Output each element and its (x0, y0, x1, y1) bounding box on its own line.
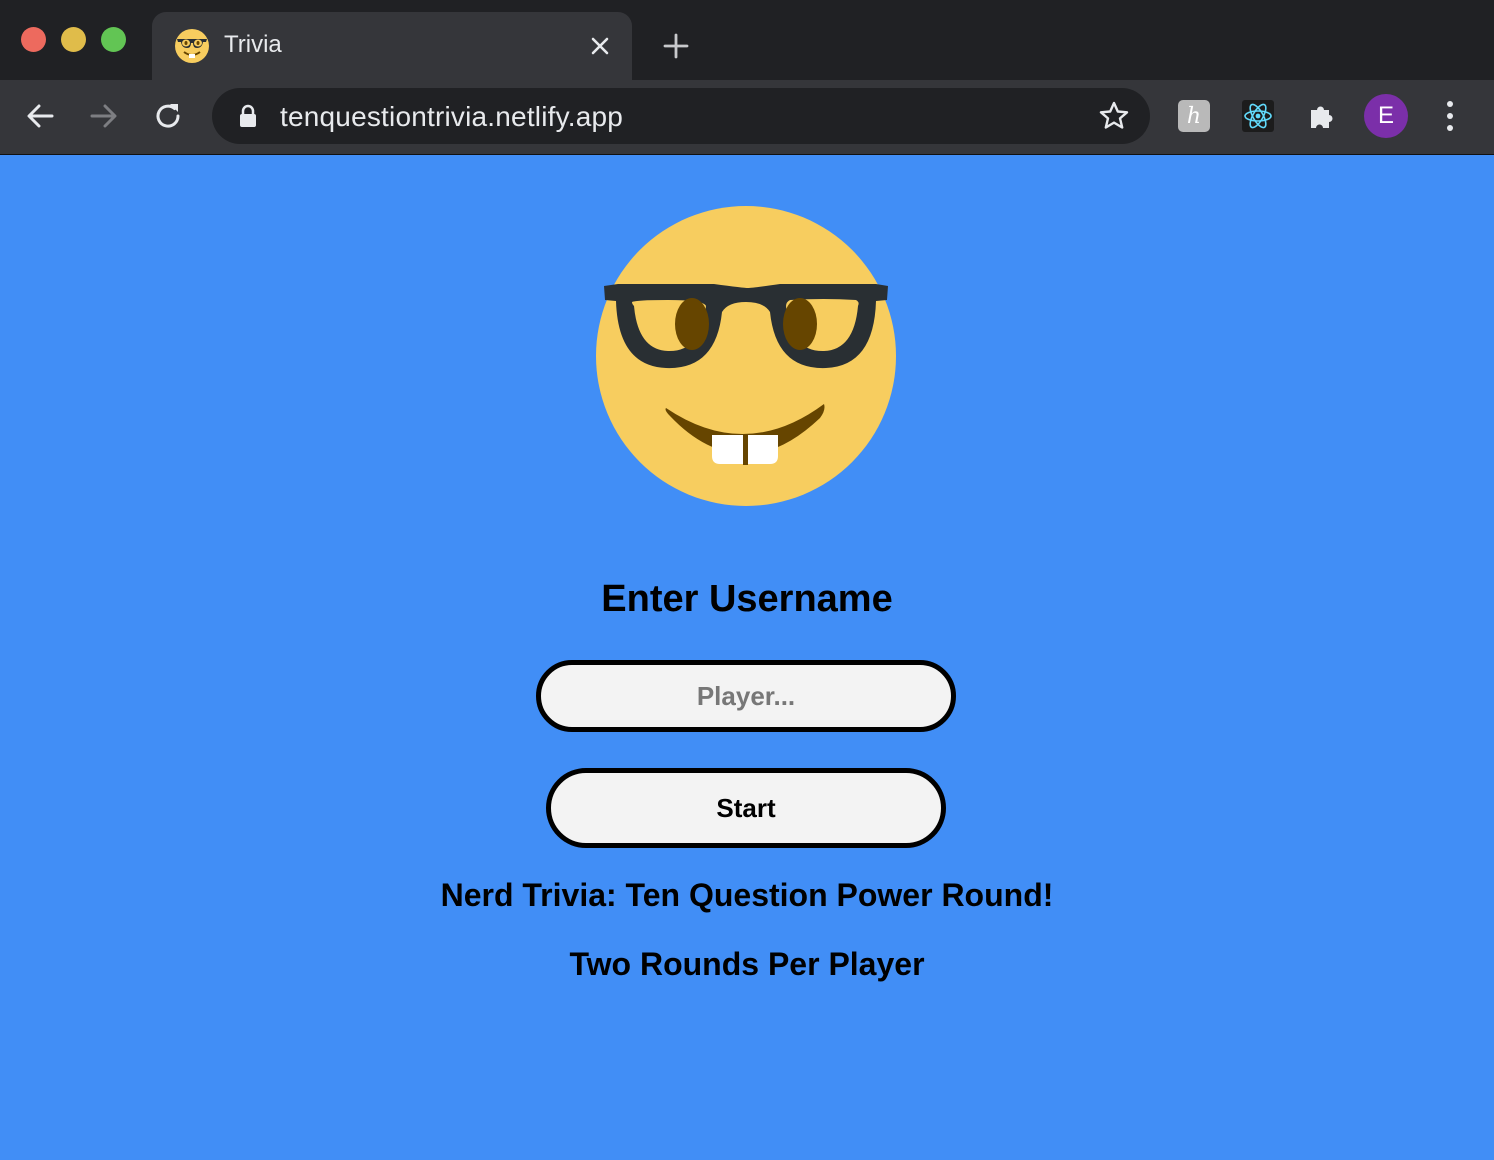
nerd-face-icon (175, 29, 209, 63)
back-icon[interactable] (18, 94, 62, 138)
browser-chrome: Trivia tenquestiontrivia.netlify.app h E (0, 0, 1494, 155)
username-input[interactable] (536, 660, 956, 732)
url-text: tenquestiontrivia.netlify.app (280, 101, 624, 132)
lock-icon (240, 104, 256, 127)
close-window-button[interactable] (21, 27, 46, 52)
bookmark-star-icon[interactable] (1098, 100, 1130, 132)
tab-strip: Trivia (0, 0, 1494, 80)
tab-trivia[interactable]: Trivia (152, 12, 632, 80)
honey-extension-icon[interactable]: h (1178, 100, 1210, 132)
start-button-label: Start (716, 792, 776, 823)
extensions-puzzle-icon[interactable] (1306, 100, 1338, 132)
tab-close-icon[interactable] (584, 30, 616, 62)
new-tab-icon[interactable] (658, 28, 694, 64)
profile-avatar[interactable]: E (1364, 94, 1408, 138)
address-bar[interactable]: tenquestiontrivia.netlify.app (212, 88, 1150, 144)
rounds-info: Two Rounds Per Player (569, 946, 925, 982)
forward-icon[interactable] (82, 94, 126, 138)
react-devtools-icon[interactable] (1242, 100, 1274, 132)
browser-toolbar: tenquestiontrivia.netlify.app h E (0, 80, 1494, 154)
maximize-window-button[interactable] (101, 27, 126, 52)
more-menu-icon[interactable] (1434, 98, 1466, 134)
minimize-window-button[interactable] (61, 27, 86, 52)
tab-title: Trivia (224, 31, 282, 58)
trivia-subtitle: Nerd Trivia: Ten Question Power Round! (440, 877, 1054, 913)
reload-icon[interactable] (146, 94, 190, 138)
page-heading: Enter Username (601, 578, 893, 620)
nerd-face-icon (596, 206, 896, 506)
start-button[interactable]: Start (546, 768, 946, 848)
